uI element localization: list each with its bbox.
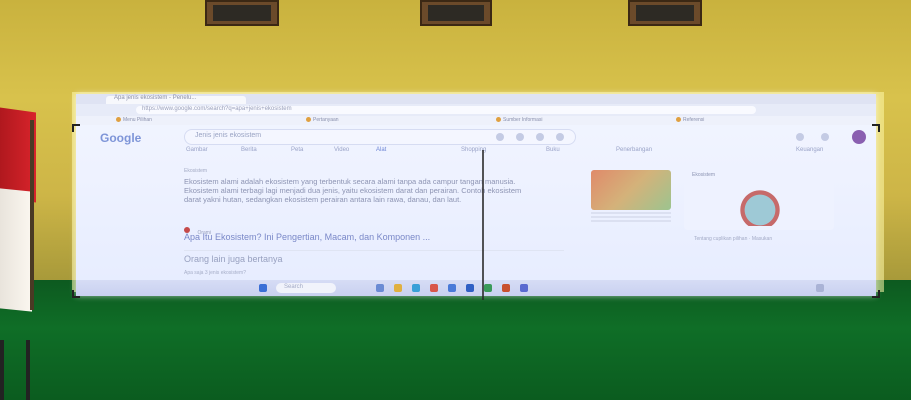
search-icon[interactable] (556, 133, 564, 141)
image-card[interactable]: Ekosistem (684, 168, 834, 230)
browser-tab[interactable]: Apa jenis ekosistem - Penelu... (106, 95, 246, 104)
camera-icon[interactable] (536, 133, 544, 141)
screen-corner (72, 290, 80, 298)
settings-icon[interactable] (796, 133, 804, 141)
mic-icon[interactable] (516, 133, 524, 141)
bookmark-icon (496, 117, 501, 123)
bookmark-icon (676, 117, 681, 123)
snippet-feedback[interactable]: Tentang cuplikan pilihan · Masukan (694, 236, 772, 242)
taskbar-search[interactable]: Search (276, 283, 336, 293)
folder-icon[interactable] (394, 284, 402, 292)
windows-start-icon[interactable] (259, 284, 267, 292)
store-icon[interactable] (448, 284, 456, 292)
bookmark-label: Menu Pilihan (123, 117, 152, 123)
search-query: Jenis jenis ekosistem (195, 132, 262, 139)
flag-white-stripe (0, 188, 32, 312)
people-also-ask-title: Orang lain juga bertanya (184, 254, 283, 264)
divider (184, 250, 564, 251)
taskbar-search-label: Search (284, 284, 304, 290)
nav-tab[interactable]: Gambar (186, 147, 208, 153)
nav-tab[interactable]: Peta (291, 147, 303, 153)
nav-tab[interactable]: Alat (376, 147, 386, 153)
word-icon[interactable] (466, 284, 474, 292)
browser-tab-bar: Apa jenis ekosistem - Penelu... (76, 94, 876, 104)
bookmarks-bar: Menu Pilihan Pertanyaan Sumber Informasi… (76, 116, 876, 125)
search-nav: Gambar Berita Peta Video Alat Shopping B… (76, 147, 876, 157)
edge-icon[interactable] (412, 284, 420, 292)
address-bar: https://www.google.com/search?q=apa+jeni… (76, 104, 876, 116)
clear-icon[interactable] (496, 133, 504, 141)
wall-frame-right (628, 0, 702, 26)
image-card-title: Ekosistem (692, 172, 716, 178)
windows-taskbar: Search (76, 280, 876, 296)
powerpoint-icon[interactable] (502, 284, 510, 292)
bookmark-label: Pertanyaan (313, 117, 339, 123)
bookmark-label: Sumber Informasi (503, 117, 543, 123)
stand-legs (0, 340, 30, 400)
avatar[interactable] (852, 130, 866, 144)
screen-corner (872, 124, 880, 132)
people-also-ask-question[interactable]: Apa saja 3 jenis ekosistem? (184, 270, 246, 276)
bookmark-1[interactable]: Menu Pilihan (116, 117, 152, 123)
projection-screen: Apa jenis ekosistem - Penelu... https://… (76, 94, 876, 296)
search-header: Google Jenis jenis ekosistem (76, 125, 876, 147)
chrome-icon[interactable] (430, 284, 438, 292)
nav-tab[interactable]: Video (334, 147, 349, 153)
taskview-icon[interactable] (376, 284, 384, 292)
bookmark-label: Referensi (683, 117, 705, 123)
google-logo[interactable]: Google (100, 131, 141, 145)
excel-icon[interactable] (484, 284, 492, 292)
bookmark-icon (306, 117, 311, 123)
ecosystem-illustration (724, 186, 796, 226)
nav-tab[interactable]: Buku (546, 147, 560, 153)
tab-title: Apa jenis ekosistem - Penelu... (114, 95, 197, 101)
nav-tab[interactable]: Berita (241, 147, 257, 153)
thumbnail-caption (591, 212, 671, 222)
bookmark-2[interactable]: Pertanyaan (306, 117, 339, 123)
url-field[interactable]: https://www.google.com/search?q=apa+jeni… (136, 106, 756, 114)
result-title-link[interactable]: Apa Itu Ekosistem? Ini Pengertian, Macam… (184, 232, 430, 242)
screen-crease (482, 150, 484, 300)
bookmark-3[interactable]: Sumber Informasi (496, 117, 542, 123)
app-icon[interactable] (520, 284, 528, 292)
bookmark-4[interactable]: Referensi (676, 117, 704, 123)
apps-icon[interactable] (821, 133, 829, 141)
nav-tab[interactable]: Penerbangan (616, 147, 652, 153)
wall-frame-center (420, 0, 492, 26)
screen-corner (872, 290, 880, 298)
green-floor (0, 280, 911, 400)
screen-corner (72, 124, 80, 132)
url-text: https://www.google.com/search?q=apa+jeni… (142, 106, 292, 112)
system-tray-icon[interactable] (816, 284, 824, 292)
nav-tab[interactable]: Keuangan (796, 147, 823, 153)
wall-frame-left (205, 0, 279, 26)
flag-pole (30, 120, 34, 310)
bookmark-icon (116, 117, 121, 123)
result-thumbnail[interactable] (591, 170, 671, 210)
